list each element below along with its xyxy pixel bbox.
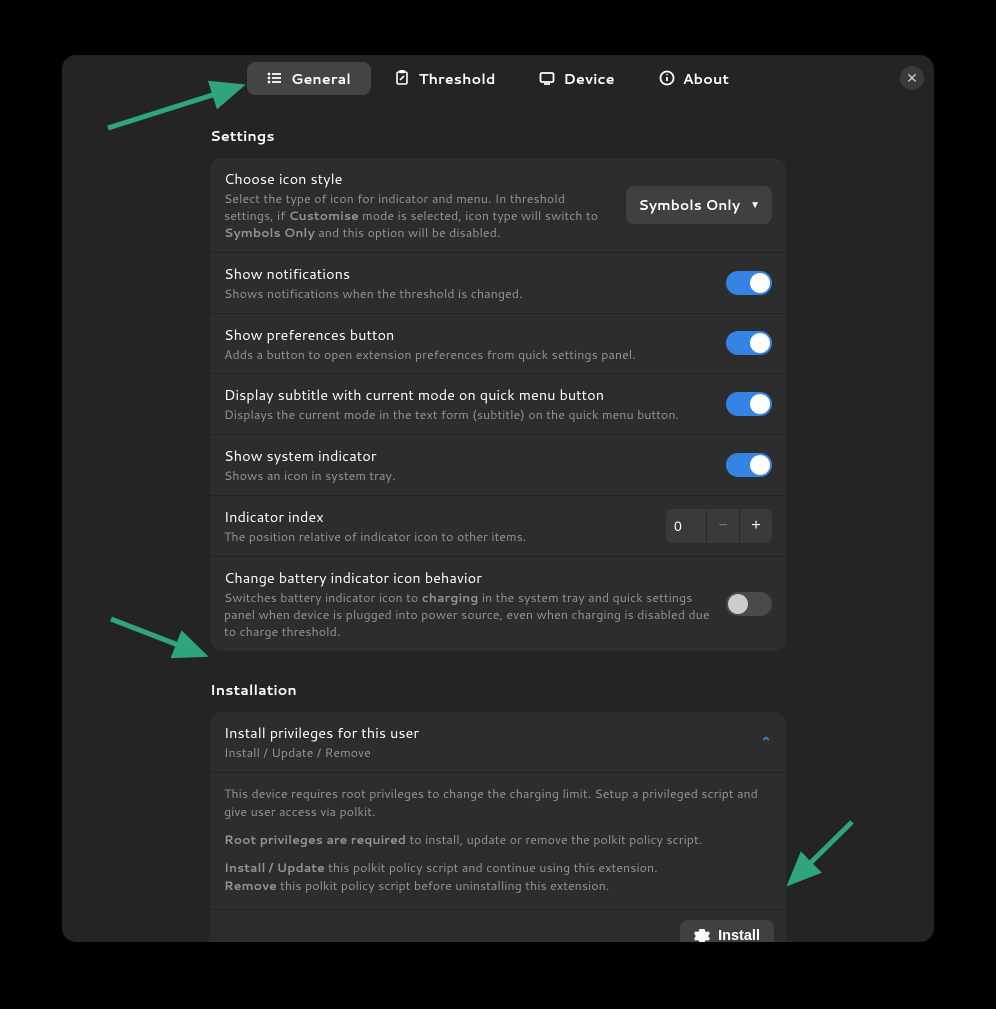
row-icon-style: Choose icon style Select the type of ico… [210, 158, 786, 253]
close-button[interactable]: ✕ [900, 66, 924, 90]
icon-style-dropdown[interactable]: Symbols Only ▼ [626, 186, 772, 224]
row-prefs-button: Show preferences button Adds a button to… [210, 314, 786, 375]
tab-threshold-label: Threshold [419, 68, 496, 89]
row-sys-indicator: Show system indicator Shows an icon in s… [210, 435, 786, 496]
subtitle-toggle[interactable] [726, 392, 772, 416]
install-p1: This device requires root privileges to … [224, 785, 772, 821]
list-icon [267, 70, 283, 86]
indicator-index-desc: The position relative of indicator icon … [224, 529, 654, 546]
installation-section-title: Installation [210, 679, 786, 700]
battery-behavior-toggle[interactable] [726, 592, 772, 616]
close-icon: ✕ [906, 68, 918, 88]
prefs-button-title: Show preferences button [224, 324, 714, 345]
install-footer: Install [210, 910, 786, 942]
gear-icon [694, 928, 710, 942]
tab-about-label: About [683, 68, 729, 89]
install-expander-header[interactable]: Install privileges for this user Install… [210, 712, 786, 773]
chevron-up-icon: ⌃ [760, 732, 772, 752]
prefs-button-desc: Adds a button to open extension preferen… [224, 347, 714, 364]
battery-behavior-title: Change battery indicator icon behavior [224, 567, 714, 588]
content-area: Settings Choose icon style Select the ty… [62, 101, 934, 942]
tab-bar: General Threshold Device About [245, 62, 751, 95]
tab-device-label: Device [563, 68, 614, 89]
prefs-button-toggle[interactable] [726, 331, 772, 355]
row-indicator-index: Indicator index The position relative of… [210, 496, 786, 557]
sys-indicator-title: Show system indicator [224, 445, 714, 466]
install-header-sub: Install / Update / Remove [224, 745, 760, 762]
sys-indicator-toggle[interactable] [726, 453, 772, 477]
indicator-index-title: Indicator index [224, 506, 654, 527]
notifications-toggle[interactable] [726, 271, 772, 295]
indicator-index-input[interactable] [666, 509, 706, 543]
info-icon [659, 70, 675, 86]
chevron-down-icon: ▼ [750, 198, 760, 212]
subtitle-desc: Displays the current mode in the text fo… [224, 407, 714, 424]
dropdown-value: Symbols Only [638, 195, 740, 215]
icon-style-title: Choose icon style [224, 168, 614, 189]
battery-behavior-desc: Switches battery indicator icon to charg… [224, 590, 714, 641]
device-icon [539, 70, 555, 86]
installation-group: Install privileges for this user Install… [210, 712, 786, 942]
install-header-title: Install privileges for this user [224, 722, 760, 743]
sys-indicator-desc: Shows an icon in system tray. [224, 468, 714, 485]
install-button[interactable]: Install [680, 920, 774, 942]
titlebar: General Threshold Device About ✕ [62, 55, 934, 101]
subtitle-title: Display subtitle with current mode on qu… [224, 384, 714, 405]
tab-general[interactable]: General [247, 62, 371, 95]
settings-group: Choose icon style Select the type of ico… [210, 158, 786, 651]
install-p2: Root privileges are required to install,… [224, 831, 772, 849]
tab-threshold[interactable]: Threshold [375, 62, 516, 95]
preferences-window: General Threshold Device About ✕ Setting… [62, 55, 934, 942]
indicator-index-decrement[interactable]: − [706, 509, 739, 543]
settings-section-title: Settings [210, 125, 786, 146]
row-battery-behavior: Change battery indicator icon behavior S… [210, 557, 786, 651]
tab-about[interactable]: About [639, 62, 749, 95]
indicator-index-spinner: − + [666, 509, 772, 543]
tab-device[interactable]: Device [519, 62, 634, 95]
row-subtitle: Display subtitle with current mode on qu… [210, 374, 786, 435]
install-p3: Install / Update this polkit policy scri… [224, 859, 772, 895]
indicator-index-increment[interactable]: + [739, 509, 772, 543]
icon-style-desc: Select the type of icon for indicator an… [224, 191, 614, 242]
notifications-title: Show notifications [224, 263, 714, 284]
install-button-label: Install [718, 928, 760, 942]
install-body: This device requires root privileges to … [210, 773, 786, 911]
threshold-icon [395, 70, 411, 86]
tab-general-label: General [291, 68, 351, 89]
notifications-desc: Shows notifications when the threshold i… [224, 286, 714, 303]
row-notifications: Show notifications Shows notifications w… [210, 253, 786, 314]
